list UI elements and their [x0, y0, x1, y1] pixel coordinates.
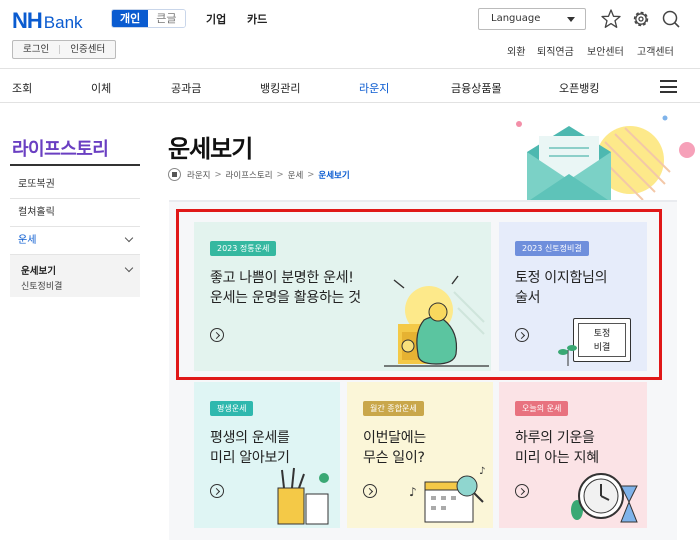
login-button[interactable]: 로그인: [13, 41, 59, 58]
gnb-item-product-mall[interactable]: 금융상품몰: [451, 80, 502, 96]
gnb-divider: [0, 102, 700, 103]
card-description: 하루의 기운을 미리 아는 지혜: [515, 430, 599, 466]
home-icon[interactable]: [168, 168, 181, 181]
lnb-sub-fortune-view[interactable]: 운세보기: [21, 263, 56, 277]
card-badge: 평생운세: [210, 401, 254, 416]
util-link-pension[interactable]: 퇴직연금: [537, 43, 574, 58]
svg-text:♪: ♪: [409, 485, 417, 499]
arrow-right-circle-icon[interactable]: [210, 484, 224, 498]
language-select[interactable]: Language: [478, 8, 586, 30]
header-divider: [0, 68, 700, 69]
lnb-title-underline: [10, 164, 140, 166]
arrow-right-circle-icon[interactable]: [515, 484, 529, 498]
lnb-title: 라이프스토리: [12, 139, 109, 160]
page-title: 운세보기: [168, 135, 253, 163]
lnb-submenu: 운세보기 신토정비결: [10, 255, 140, 297]
lnb-item-culture[interactable]: 컬쳐홀릭: [10, 199, 140, 227]
breadcrumb-item[interactable]: 라운지: [187, 169, 210, 181]
pencil-cup-illustration: [277, 467, 329, 525]
breadcrumb-item[interactable]: 라이프스토리: [226, 169, 273, 181]
gnb-item-transfer[interactable]: 이체: [91, 80, 111, 96]
settings-gear-icon[interactable]: [630, 8, 652, 30]
favorite-star-icon[interactable]: [600, 8, 622, 30]
lnb-item-fortune[interactable]: 운세: [10, 227, 140, 255]
breadcrumb-item[interactable]: 운세: [288, 169, 304, 181]
customer-type-toggle: 개인 큰글: [111, 9, 186, 28]
calendar-magnifier-illustration: ♪ ♪: [409, 466, 485, 523]
breadcrumb-current: 운세보기: [318, 170, 350, 181]
highlight-box: [176, 209, 662, 380]
card-description: 이번달에는 무슨 일이?: [363, 430, 426, 466]
segment-large-text[interactable]: 큰글: [148, 10, 185, 27]
auth-button-group: 로그인 인증센터: [12, 40, 117, 59]
card-today-fortune[interactable]: 오늘의 운세 하루의 기운을 미리 아는 지혜: [499, 382, 647, 528]
gnb-item-inquiry[interactable]: 조회: [12, 80, 32, 96]
clock-hourglass-illustration: [571, 473, 638, 523]
lnb-sub-tojeong[interactable]: 신토정비결: [21, 279, 62, 292]
svg-text:♪: ♪: [479, 466, 485, 477]
card-monthly-fortune[interactable]: 월간 종합운세 이번달에는 무슨 일이? ♪ ♪: [347, 382, 493, 528]
search-icon[interactable]: [660, 8, 682, 30]
hamburger-menu-icon[interactable]: [660, 80, 677, 93]
topnav-card[interactable]: 카드: [247, 11, 267, 27]
card-lifetime-fortune[interactable]: 평생운세 평생의 운세를 미리 알아보기: [194, 382, 340, 528]
util-link-fx[interactable]: 외환: [507, 43, 525, 58]
chevron-down-icon: [567, 17, 575, 22]
arrow-right-circle-icon[interactable]: [363, 484, 377, 498]
util-link-security[interactable]: 보안센터: [587, 43, 624, 58]
card-badge: 월간 종합운세: [363, 401, 424, 416]
segment-personal[interactable]: 개인: [112, 10, 149, 27]
breadcrumb: 라운지 > 라이프스토리 > 운세 > 운세보기: [168, 168, 350, 181]
chevron-down-icon: [124, 233, 134, 243]
card-description: 평생의 운세를 미리 알아보기: [210, 430, 290, 466]
certificate-center-button[interactable]: 인증센터: [60, 41, 115, 58]
gnb-item-lounge[interactable]: 라운지: [359, 80, 389, 96]
util-link-customer[interactable]: 고객센터: [637, 43, 674, 58]
gnb-item-utility-bills[interactable]: 공과금: [171, 80, 201, 96]
topnav-business[interactable]: 기업: [206, 11, 226, 27]
gnb-item-open-banking[interactable]: 오픈뱅킹: [559, 80, 599, 96]
gnb-item-banking-management[interactable]: 뱅킹관리: [260, 80, 300, 96]
lnb-item-lotto[interactable]: 로또복권: [10, 171, 140, 199]
card-badge: 오늘의 운세: [515, 401, 569, 416]
chevron-down-icon: [124, 263, 134, 273]
envelope-illustration: [505, 112, 695, 204]
nh-bank-logo[interactable]: NH Bank: [12, 8, 83, 34]
